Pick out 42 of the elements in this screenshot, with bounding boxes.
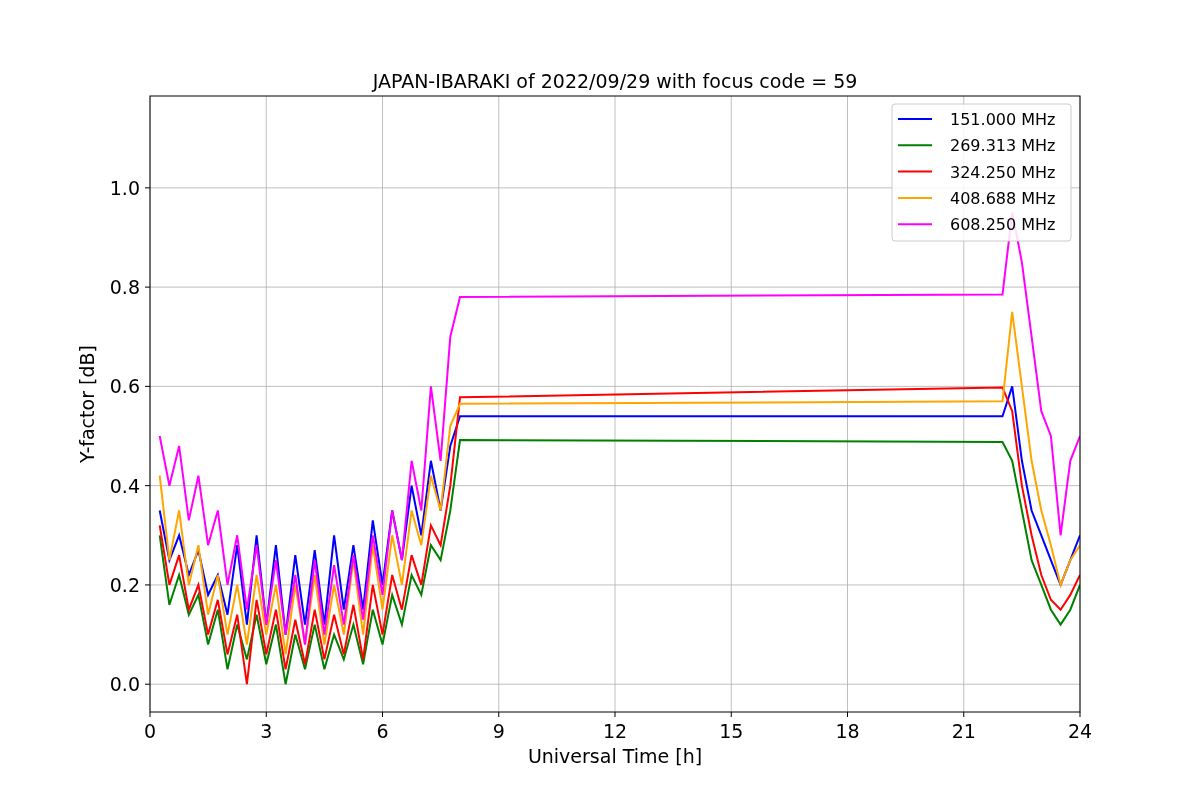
tick-mark (144, 683, 151, 685)
tick-label: 0.0 (109, 673, 140, 696)
chart-title: JAPAN-IBARAKI of 2022/09/29 with focus code = 59 (372, 70, 858, 92)
tick-mark (1079, 711, 1081, 718)
tick-label: 18 (835, 720, 860, 742)
tick-label: 0.6 (109, 375, 140, 398)
tick-mark (382, 711, 383, 718)
legend-label: 408.688 MHz (950, 188, 1056, 208)
tick-label: 0.2 (109, 573, 140, 596)
tick-label: 21 (951, 720, 976, 742)
tick-label: 3 (260, 720, 273, 742)
tick-label: 0 (143, 720, 157, 742)
tick-label: 9 (492, 720, 505, 742)
legend-label: 324.250 MHz (950, 162, 1056, 182)
tick-mark (847, 711, 848, 718)
tick-mark (614, 711, 616, 718)
tick-mark (265, 711, 267, 718)
tick-mark (144, 485, 151, 487)
tick-mark (963, 711, 965, 718)
tick-mark (149, 711, 151, 718)
tick-label: 12 (602, 720, 628, 742)
legend-swatch (897, 144, 933, 147)
tick-mark (498, 711, 500, 718)
tick-mark (144, 584, 151, 586)
legend-swatch (897, 196, 933, 199)
tick-mark (144, 286, 151, 288)
legend-swatch (897, 223, 933, 226)
tick-mark (730, 711, 732, 718)
tick-label: 1.0 (109, 176, 140, 199)
tick-label: 0.8 (109, 276, 140, 299)
tick-label: 0.4 (109, 474, 140, 497)
tick-mark (144, 187, 151, 189)
x-axis-label: Universal Time [h] (527, 745, 703, 767)
legend-label: 608.250 MHz (950, 215, 1056, 235)
legend-label: 269.313 MHz (950, 136, 1056, 156)
tick-mark (144, 385, 151, 387)
legend-label: 151.000 MHz (950, 110, 1056, 129)
legend-swatch (897, 170, 933, 173)
tick-label: 15 (719, 720, 744, 742)
y-axis-label: Y-factor [dB] (76, 345, 98, 463)
tick-label: 6 (376, 720, 389, 742)
tick-label: 24 (1067, 720, 1093, 742)
